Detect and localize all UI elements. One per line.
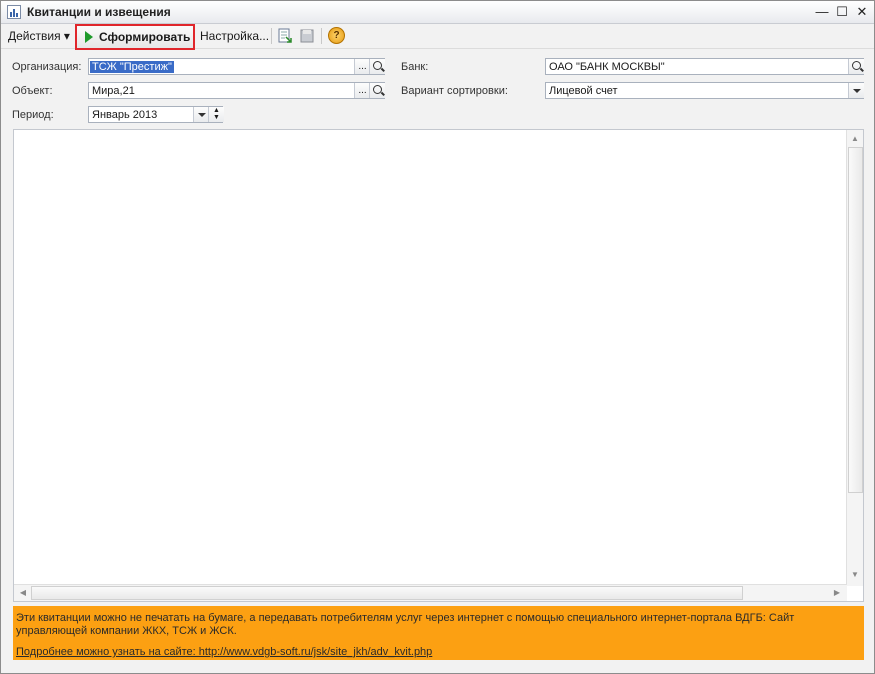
report-window: Квитанции и извещения — ☐ ✕ Действия ▾ С…	[0, 0, 875, 674]
info-panel: Эти квитанции можно не печатать на бумаг…	[13, 606, 864, 660]
generate-button[interactable]: Сформировать	[75, 24, 195, 50]
sort-value: Лицевой счет	[549, 85, 618, 97]
info-link[interactable]: Подробнее можно узнать на сайте: http://…	[16, 646, 432, 659]
sort-dropdown-button[interactable]	[848, 83, 864, 98]
object-search-button[interactable]	[369, 83, 385, 98]
scroll-down-icon[interactable]: ▼	[848, 568, 862, 582]
info-text: Эти квитанции можно не печатать на бумаг…	[16, 612, 795, 637]
vertical-scrollbar[interactable]: ▲ ▼	[846, 130, 863, 586]
period-spin-button[interactable]: ▲ ▼	[208, 107, 224, 122]
object-field[interactable]: Мира,21 ...	[88, 82, 385, 99]
organization-field[interactable]: ТСЖ "Престиж" ...	[88, 58, 385, 75]
search-icon	[373, 85, 382, 94]
toolbar-separator	[271, 28, 272, 44]
generate-button-label: Сформировать	[99, 30, 191, 44]
period-field[interactable]: Январь 2013 ▲ ▼	[88, 106, 224, 123]
minimize-button[interactable]: —	[813, 4, 831, 20]
organization-value: ТСЖ "Престиж"	[90, 61, 174, 73]
scroll-up-icon[interactable]: ▲	[848, 132, 862, 146]
scroll-right-icon[interactable]: ▶	[830, 586, 844, 600]
export-icon[interactable]	[277, 28, 293, 44]
title-bar: Квитанции и извещения — ☐ ✕	[1, 1, 874, 24]
sort-label: Вариант сортировки:	[401, 85, 508, 97]
scroll-left-icon[interactable]: ◀	[16, 586, 30, 600]
organization-select-button[interactable]: ...	[354, 59, 370, 74]
period-label: Период:	[12, 109, 54, 121]
close-button[interactable]: ✕	[853, 4, 871, 20]
report-icon	[7, 5, 21, 19]
bank-label: Банк:	[401, 61, 429, 73]
bank-search-button[interactable]	[848, 59, 864, 74]
object-select-button[interactable]: ...	[354, 83, 370, 98]
maximize-button[interactable]: ☐	[833, 4, 851, 20]
organization-search-button[interactable]	[369, 59, 385, 74]
horizontal-scrollbar[interactable]: ◀ ▶	[14, 584, 847, 601]
window-title: Квитанции и извещения	[27, 5, 171, 19]
report-document-area[interactable]: ▲ ▼ ◀ ▶	[13, 129, 864, 602]
horizontal-scroll-thumb[interactable]	[31, 586, 743, 600]
bank-value: ОАО "БАНК МОСКВЫ"	[549, 61, 665, 73]
help-icon[interactable]: ?	[328, 27, 345, 44]
play-icon	[85, 31, 93, 43]
search-icon	[852, 61, 861, 70]
settings-button[interactable]: Настройка...	[200, 24, 269, 48]
save-icon[interactable]	[299, 28, 315, 44]
search-icon	[373, 61, 382, 70]
chevron-down-icon	[853, 89, 861, 93]
actions-menu[interactable]: Действия ▾	[8, 24, 70, 48]
vertical-scroll-thumb[interactable]	[848, 147, 863, 493]
bank-field[interactable]: ОАО "БАНК МОСКВЫ"	[545, 58, 864, 75]
organization-label: Организация:	[12, 61, 82, 73]
period-dropdown-button[interactable]	[193, 107, 209, 122]
sort-field[interactable]: Лицевой счет	[545, 82, 864, 99]
object-value: Мира,21	[92, 85, 135, 97]
period-value: Январь 2013	[92, 109, 158, 121]
chevron-down-icon	[198, 113, 206, 117]
object-label: Объект:	[12, 85, 53, 97]
toolbar-separator	[321, 28, 322, 44]
